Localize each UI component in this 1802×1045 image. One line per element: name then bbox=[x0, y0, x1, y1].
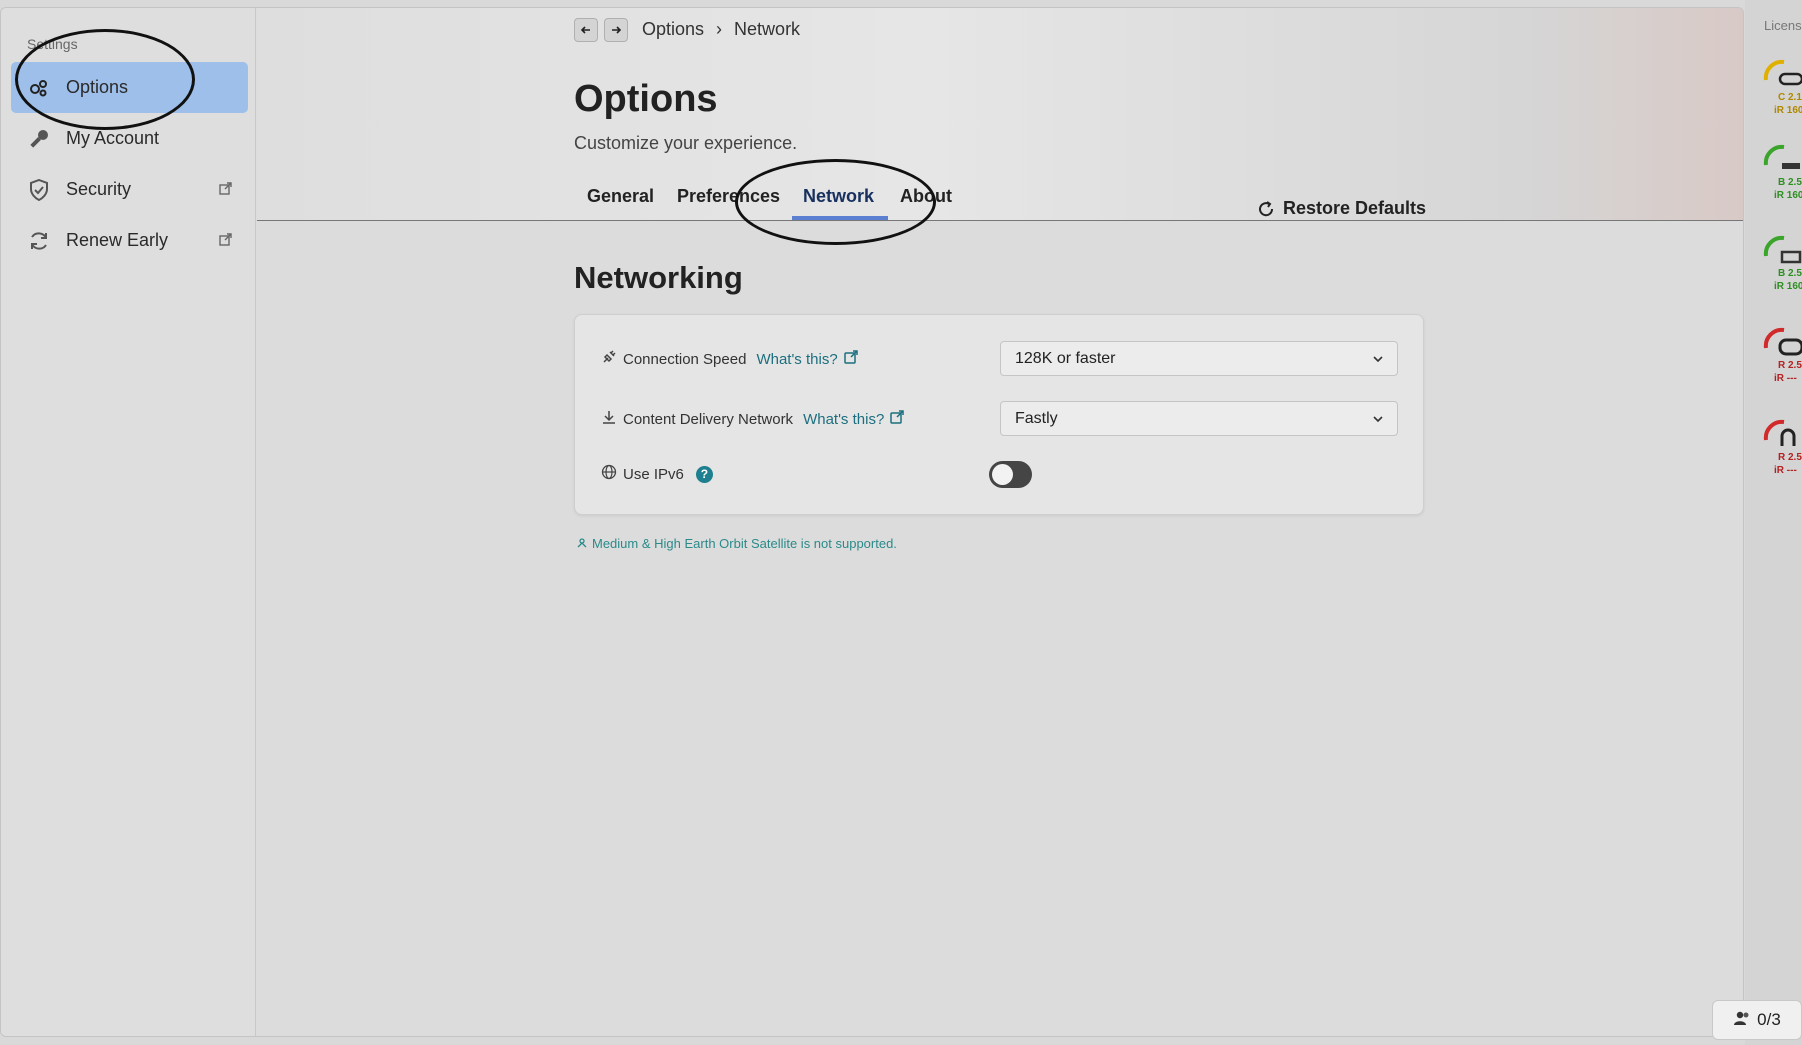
gauge-irating: iR 160 bbox=[1774, 190, 1802, 201]
back-button[interactable] bbox=[574, 18, 598, 42]
license-panel-title: Licens bbox=[1764, 18, 1802, 33]
tab-general[interactable]: General bbox=[587, 186, 654, 207]
connection-speed-value: 128K or faster bbox=[1015, 349, 1116, 367]
page-subtitle: Customize your experience. bbox=[574, 133, 798, 153]
download-icon bbox=[601, 409, 617, 429]
header-divider bbox=[257, 220, 1743, 221]
annotation-circle bbox=[15, 29, 195, 130]
cdn-label: Content Delivery Network bbox=[623, 410, 794, 428]
header-banner bbox=[257, 8, 1743, 221]
satellite-note-text: Medium & High Earth Orbit Satellite is n… bbox=[592, 536, 897, 551]
sidebar: Settings Options My Account Security Ren… bbox=[1, 8, 256, 1036]
breadcrumb-current: Network bbox=[734, 19, 801, 39]
cdn-row: Content Delivery Network What's this? bbox=[601, 409, 905, 429]
friends-counter[interactable]: 0/3 bbox=[1712, 1000, 1802, 1040]
gauge-irating: iR 160 bbox=[1774, 281, 1802, 292]
reset-icon bbox=[1259, 200, 1274, 216]
forward-button[interactable] bbox=[604, 18, 628, 42]
arrow-right-icon bbox=[612, 26, 622, 34]
sidebar-item-label: Renew Early bbox=[66, 230, 169, 250]
breadcrumb: Options › Network bbox=[642, 19, 800, 40]
breadcrumb-root[interactable]: Options bbox=[642, 19, 704, 40]
restore-defaults-button[interactable]: Restore Defaults bbox=[1257, 198, 1426, 219]
ipv6-toggle[interactable] bbox=[989, 461, 1032, 488]
sidebar-item-label: Security bbox=[66, 179, 132, 199]
gauge-class: R 2.5 bbox=[1778, 452, 1802, 463]
sidebar-item-renew-early[interactable]: Renew Early bbox=[11, 215, 248, 266]
ipv6-row: Use IPv6 ? bbox=[601, 464, 713, 484]
external-link-icon bbox=[219, 233, 232, 251]
chevron-down-icon bbox=[1373, 416, 1383, 423]
globe-icon bbox=[601, 464, 617, 484]
sidebar-item-security[interactable]: Security bbox=[11, 164, 248, 215]
external-link-icon[interactable] bbox=[890, 410, 905, 428]
help-icon[interactable]: ? bbox=[695, 465, 713, 483]
section-title: Networking bbox=[574, 260, 743, 295]
annotation-circle bbox=[735, 159, 936, 245]
connection-speed-label: Connection Speed bbox=[623, 350, 747, 368]
restore-defaults-label: Restore Defaults bbox=[1283, 198, 1427, 218]
networking-card: Connection Speed What's this? 128K or fa… bbox=[574, 314, 1424, 515]
whats-this-link[interactable]: What's this? bbox=[756, 351, 837, 368]
refresh-icon bbox=[27, 229, 51, 253]
whats-this-link[interactable]: What's this? bbox=[803, 411, 884, 428]
connection-speed-row: Connection Speed What's this? bbox=[601, 349, 858, 369]
gauge-irating: iR --- bbox=[1774, 465, 1797, 476]
gauge-class: R 2.5 bbox=[1778, 360, 1802, 371]
satellite-icon bbox=[576, 536, 588, 551]
external-link-icon bbox=[219, 182, 232, 200]
ipv6-label: Use IPv6 bbox=[623, 465, 684, 483]
external-link-icon[interactable] bbox=[843, 350, 858, 368]
gauge-irating: iR 160 bbox=[1774, 105, 1802, 116]
key-icon bbox=[27, 127, 51, 151]
chevron-down-icon bbox=[1373, 356, 1383, 363]
cdn-value: Fastly bbox=[1015, 409, 1058, 427]
satellite-note: Medium & High Earth Orbit Satellite is n… bbox=[576, 536, 897, 551]
shield-icon bbox=[27, 178, 51, 202]
users-icon bbox=[1733, 1010, 1751, 1031]
chevron-right-icon: › bbox=[716, 19, 723, 39]
settings-window: Settings Options My Account Security Ren… bbox=[0, 7, 1744, 1037]
gauge-class: B 2.5 bbox=[1778, 268, 1802, 279]
toggle-knob bbox=[992, 464, 1013, 485]
page-title: Options bbox=[574, 78, 718, 120]
sidebar-item-label: My Account bbox=[66, 128, 160, 148]
arrow-left-icon bbox=[580, 26, 590, 34]
gauge-irating: iR --- bbox=[1774, 373, 1797, 384]
gauge-class: B 2.5 bbox=[1778, 177, 1802, 188]
plug-icon bbox=[601, 349, 617, 369]
connection-speed-select[interactable]: 128K or faster bbox=[1000, 341, 1398, 376]
counter-value: 0/3 bbox=[1757, 1010, 1781, 1029]
cdn-select[interactable]: Fastly bbox=[1000, 401, 1398, 436]
gauge-class: C 2.1 bbox=[1778, 92, 1802, 103]
